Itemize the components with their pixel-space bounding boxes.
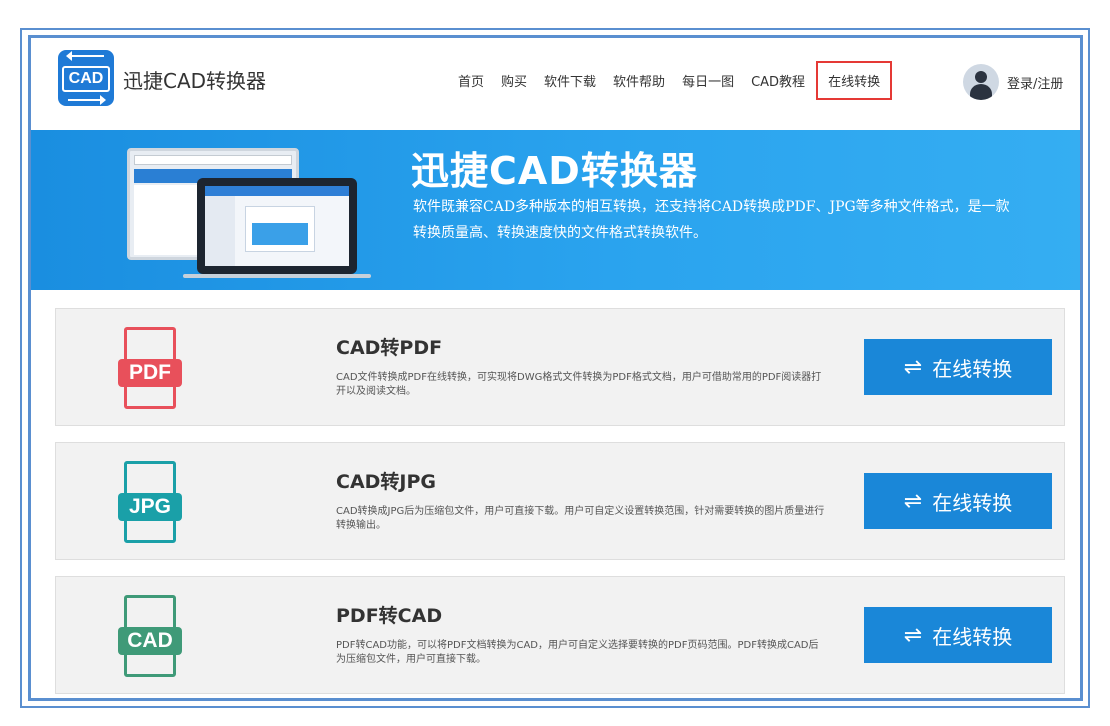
nav-cad-tutorial[interactable]: CAD教程 xyxy=(751,71,805,90)
swap-arrows-icon: ⇌ xyxy=(903,488,923,514)
banner-description: 软件既兼容CAD多种版本的相互转换，还支持将CAD转换成PDF、JPG等多种文件… xyxy=(413,199,1010,241)
avatar-body xyxy=(970,84,992,100)
laptop-illustration xyxy=(197,178,357,274)
main-nav: 首页 购买 软件下载 软件帮助 每日一图 CAD教程 在线转换 xyxy=(458,60,906,100)
card-title: CAD转JPG xyxy=(336,471,437,493)
logo-arrow-right-icon xyxy=(68,95,106,105)
nav-online-convert[interactable]: 在线转换 xyxy=(816,60,893,100)
login-register-link[interactable]: 登录/注册 xyxy=(1007,73,1063,92)
logo-arrow-left-icon xyxy=(66,51,104,61)
file-type-label: PDF xyxy=(118,359,182,387)
pdf-file-icon: PDF xyxy=(118,327,182,409)
software-screenshot-illustration xyxy=(127,148,371,278)
logo-icon[interactable]: CAD xyxy=(58,50,114,106)
laptop-dialog-content xyxy=(252,223,308,245)
button-label: 在线转换 xyxy=(932,624,1013,649)
nav-buy[interactable]: 购买 xyxy=(501,71,527,90)
card-title: CAD转PDF xyxy=(336,337,443,359)
nav-help[interactable]: 软件帮助 xyxy=(613,71,665,90)
brand-name[interactable]: 迅捷CAD转换器 xyxy=(123,65,266,94)
avatar-head xyxy=(975,71,987,83)
nav-daily-image[interactable]: 每日一图 xyxy=(682,71,734,90)
user-avatar-icon[interactable] xyxy=(963,64,999,100)
card-description: PDF转CAD功能，可以将PDF文档转换为CAD，用户可自定义选择要转换的PDF… xyxy=(336,640,819,665)
online-convert-button[interactable]: ⇌ 在线转换 xyxy=(864,473,1052,529)
jpg-file-icon: JPG xyxy=(118,461,182,543)
monitor-address-bar xyxy=(134,155,292,165)
laptop-dialog xyxy=(245,206,315,252)
banner-title: 迅捷CAD转换器 xyxy=(411,149,698,193)
feature-card-cad-to-jpg: JPG CAD转JPG CAD转换成JPG后为压缩包文件，用户可直接下载。用户可… xyxy=(55,442,1065,560)
site-header: CAD 迅捷CAD转换器 首页 购买 软件下载 软件帮助 每日一图 CAD教程 … xyxy=(31,38,1080,130)
swap-arrows-icon: ⇌ xyxy=(903,622,923,648)
user-area: 登录/注册 xyxy=(963,64,1063,100)
card-description: CAD文件转换成PDF在线转换，可实现将DWG格式文件转换为PDF格式文档，用户… xyxy=(336,372,822,397)
laptop-base xyxy=(183,274,371,278)
online-convert-button[interactable]: ⇌ 在线转换 xyxy=(864,607,1052,663)
file-type-label: JPG xyxy=(118,493,182,521)
button-label: 在线转换 xyxy=(932,490,1013,515)
online-convert-button[interactable]: ⇌ 在线转换 xyxy=(864,339,1052,395)
logo-text: CAD xyxy=(62,66,110,92)
nav-download[interactable]: 软件下载 xyxy=(544,71,596,90)
laptop-screen xyxy=(205,186,349,266)
feature-card-pdf-to-cad: CAD PDF转CAD PDF转CAD功能，可以将PDF文档转换为CAD，用户可… xyxy=(55,576,1065,694)
card-description: CAD转换成JPG后为压缩包文件，用户可直接下载。用户可自定义设置转换范围，针对… xyxy=(336,506,825,531)
laptop-sidebar xyxy=(205,196,235,266)
cad-file-icon: CAD xyxy=(118,595,182,677)
nav-home[interactable]: 首页 xyxy=(458,71,484,90)
feature-card-cad-to-pdf: PDF CAD转PDF CAD文件转换成PDF在线转换，可实现将DWG格式文件转… xyxy=(55,308,1065,426)
hero-banner: 迅捷CAD转换器 软件既兼容CAD多种版本的相互转换，还支持将CAD转换成PDF… xyxy=(31,130,1080,290)
page-frame: CAD 迅捷CAD转换器 首页 购买 软件下载 软件帮助 每日一图 CAD教程 … xyxy=(28,35,1083,701)
button-label: 在线转换 xyxy=(932,356,1013,381)
file-type-label: CAD xyxy=(118,627,182,655)
swap-arrows-icon: ⇌ xyxy=(903,354,923,380)
card-title: PDF转CAD xyxy=(336,605,443,627)
laptop-titlebar xyxy=(205,186,349,196)
